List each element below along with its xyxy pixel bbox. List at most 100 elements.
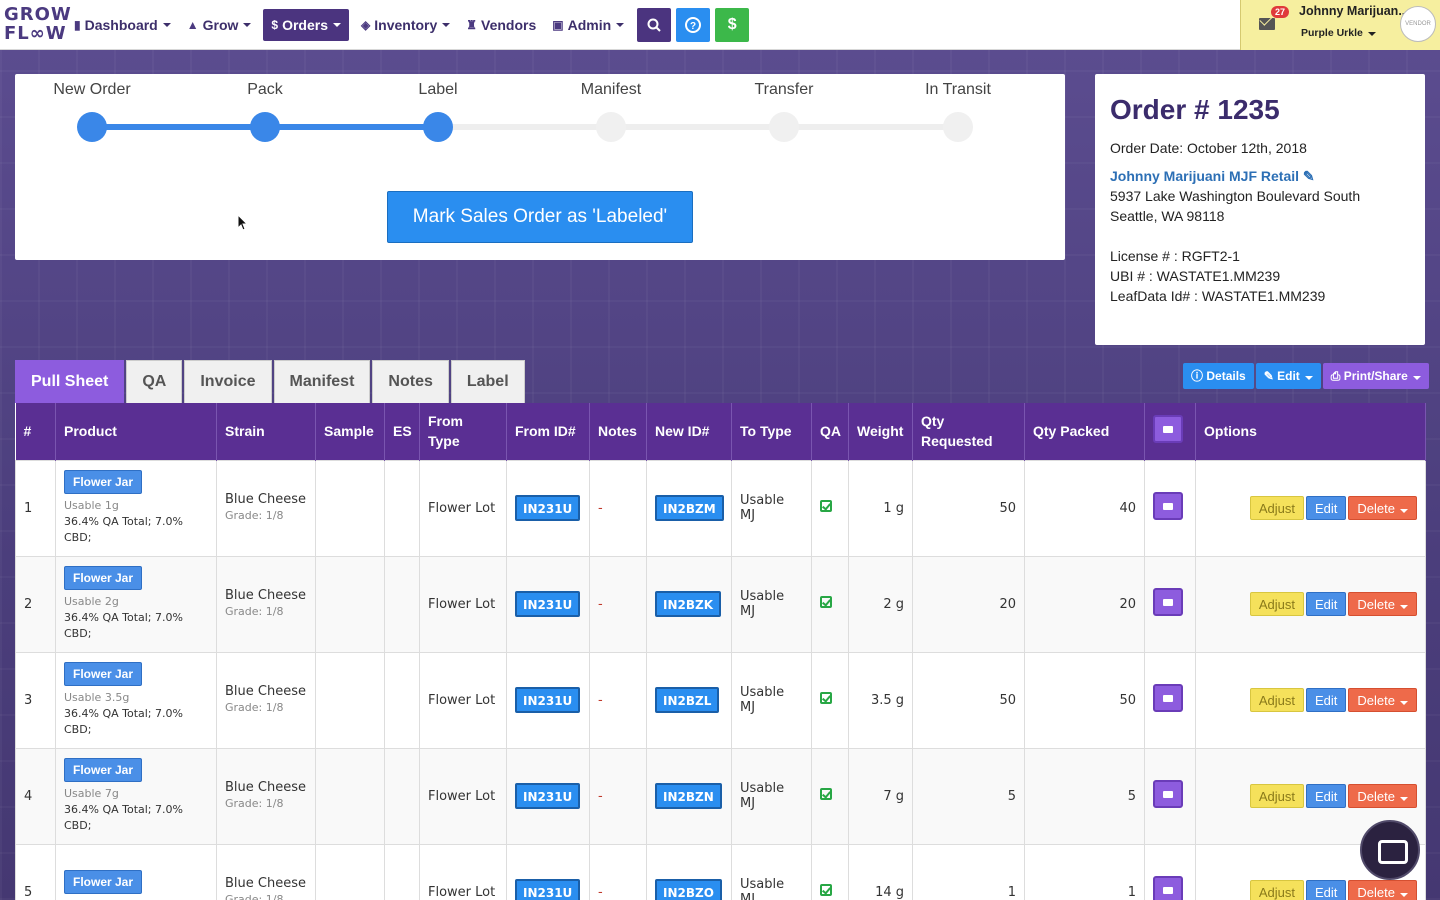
print-label-button[interactable] (1153, 588, 1183, 616)
print-label-button[interactable] (1153, 492, 1183, 520)
delete-button[interactable]: Delete (1348, 880, 1417, 900)
new-id-badge[interactable]: IN2BZL (655, 687, 720, 713)
tab-notes[interactable]: Notes (372, 360, 449, 404)
product-button[interactable]: Flower Jar (64, 758, 143, 782)
growflow-logo[interactable]: GROW FL∞W (4, 5, 71, 45)
nav-grow[interactable]: ▲ Grow (179, 9, 260, 41)
edit-button[interactable]: Edit (1306, 496, 1347, 520)
strain-grade: Grade: 1/8 (225, 700, 284, 714)
step-label: Manifest (580, 81, 642, 98)
product-button[interactable]: Flower Jar (64, 870, 143, 894)
help-button[interactable]: ? (676, 8, 711, 42)
delete-button[interactable]: Delete (1348, 688, 1417, 712)
step-dot-manifest[interactable] (596, 112, 626, 142)
table-row: 1 Flower Jar Usable 1g 36.4% QA Total; 7.0%… (15, 459, 1426, 557)
print-share-button[interactable]: ⎙ Print/Share (1322, 363, 1429, 389)
col-product: Product (55, 403, 217, 460)
adjust-button[interactable]: Adjust (1249, 496, 1305, 520)
check-icon (820, 692, 832, 704)
col-strain: Strain (216, 403, 316, 460)
adjust-button[interactable]: Adjust (1249, 592, 1305, 616)
delete-button[interactable]: Delete (1348, 592, 1417, 616)
edit-button[interactable]: Edit (1306, 688, 1347, 712)
chevron-down-icon (1400, 509, 1408, 513)
adjust-button[interactable]: Adjust (1249, 688, 1305, 712)
from-id-badge[interactable]: IN231U (515, 495, 581, 521)
tab-qa[interactable]: QA (126, 360, 183, 404)
mark-labeled-button[interactable]: Mark Sales Order as 'Labeled' (387, 191, 693, 243)
tab-invoice[interactable]: Invoice (184, 360, 272, 404)
edit-button[interactable]: Edit (1306, 592, 1347, 616)
qty-requested-cell: 50 (912, 651, 1025, 749)
from-id-badge[interactable]: IN231U (515, 687, 581, 713)
weight-cell: 3.5 g (848, 651, 913, 749)
product-detail: 36.4% QA Total; 7.0% CBD; (64, 515, 183, 544)
col-qty-requested: Qty Requested (912, 403, 1025, 460)
nav-orders[interactable]: $ Orders (263, 9, 350, 41)
col-notes: Notes (589, 403, 647, 460)
from-id-badge[interactable]: IN231U (515, 783, 581, 809)
weight-cell: 14 g (848, 843, 913, 900)
step-dot-label[interactable] (423, 112, 453, 142)
adjust-button[interactable]: Adjust (1249, 880, 1305, 900)
to-type-cell: Usable MJ (731, 459, 812, 557)
delete-button[interactable]: Delete (1348, 496, 1417, 520)
strain-cell: Blue Cheese Grade: 1/8 (216, 843, 316, 900)
strain-cell: Blue Cheese Grade: 1/8 (216, 747, 316, 845)
step-dot-pack[interactable] (250, 112, 280, 142)
nav-dashboard[interactable]: ▮ Dashboard (66, 9, 179, 41)
print-label-button[interactable] (1153, 684, 1183, 712)
from-id-badge[interactable]: IN231U (515, 879, 581, 900)
nav-vendors[interactable]: ♜ Vendors (458, 9, 544, 41)
tab-pull-sheet[interactable]: Pull Sheet (15, 360, 125, 404)
qa-cell (811, 843, 849, 900)
mail-icon[interactable] (1259, 18, 1275, 30)
step-dot-in-transit[interactable] (943, 112, 973, 142)
tab-label[interactable]: Label (450, 360, 525, 404)
nav-admin[interactable]: ▣ Admin (544, 9, 632, 41)
search-button[interactable] (637, 8, 672, 42)
user-menu[interactable]: 27 Johnny Marijuan.. Purple Urkle VENDOR (1240, 0, 1440, 50)
from-id-badge[interactable]: IN231U (515, 591, 581, 617)
adjust-button[interactable]: Adjust (1249, 784, 1305, 808)
new-id-badge[interactable]: IN2BZO (655, 879, 722, 900)
ubi-number: UBI # : WASTATE1.MM239 (1110, 268, 1281, 284)
step-dot-transfer[interactable] (769, 112, 799, 142)
new-id-badge[interactable]: IN2BZK (655, 591, 722, 617)
avatar[interactable]: VENDOR (1400, 6, 1436, 42)
step-dot-new-order[interactable] (77, 112, 107, 142)
vendor-icon: ♜ (466, 18, 478, 32)
es-cell (384, 651, 420, 749)
product-button[interactable]: Flower Jar (64, 566, 143, 590)
nav-inventory[interactable]: ◈ Inventory (353, 9, 458, 41)
chevron-down-icon (1400, 797, 1408, 801)
product-button[interactable]: Flower Jar (64, 470, 143, 494)
delete-button[interactable]: Delete (1348, 784, 1417, 808)
billing-button[interactable]: $ (715, 8, 750, 42)
sample-cell (315, 555, 385, 653)
options-cell: Adjust Edit Delete (1195, 555, 1426, 653)
tab-manifest[interactable]: Manifest (273, 360, 371, 404)
customer-link[interactable]: Johnny Marijuani MJF Retail ✎ (1110, 166, 1410, 186)
strain-name: Blue Cheese (225, 779, 306, 795)
new-id-badge[interactable]: IN2BZN (655, 783, 722, 809)
print-all-button[interactable] (1153, 414, 1183, 443)
notes-cell: - (589, 651, 647, 749)
edit-icon[interactable]: ✎ (1303, 168, 1315, 184)
edit-order-button[interactable]: ✎ Edit (1255, 363, 1321, 389)
product-cell: Flower Jar Usable 2g 36.4% QA Total; 7.0% … (55, 555, 217, 653)
print-label-button[interactable] (1153, 780, 1183, 808)
company-name[interactable]: Purple Urkle (1301, 27, 1376, 39)
new-id-badge[interactable]: IN2BZM (655, 495, 724, 521)
product-usable: Usable 3.5g (64, 691, 130, 704)
print-label-button[interactable] (1153, 876, 1183, 900)
details-button[interactable]: ⓘ Details (1183, 363, 1254, 389)
weight-cell: 2 g (848, 555, 913, 653)
to-type-cell: Usable MJ (731, 555, 812, 653)
product-button[interactable]: Flower Jar (64, 662, 143, 686)
edit-button[interactable]: Edit (1306, 880, 1347, 900)
chat-widget-button[interactable] (1360, 820, 1420, 880)
edit-button[interactable]: Edit (1306, 784, 1347, 808)
from-type-cell: Flower Lot (419, 651, 507, 749)
step-label: Transfer (754, 81, 814, 98)
